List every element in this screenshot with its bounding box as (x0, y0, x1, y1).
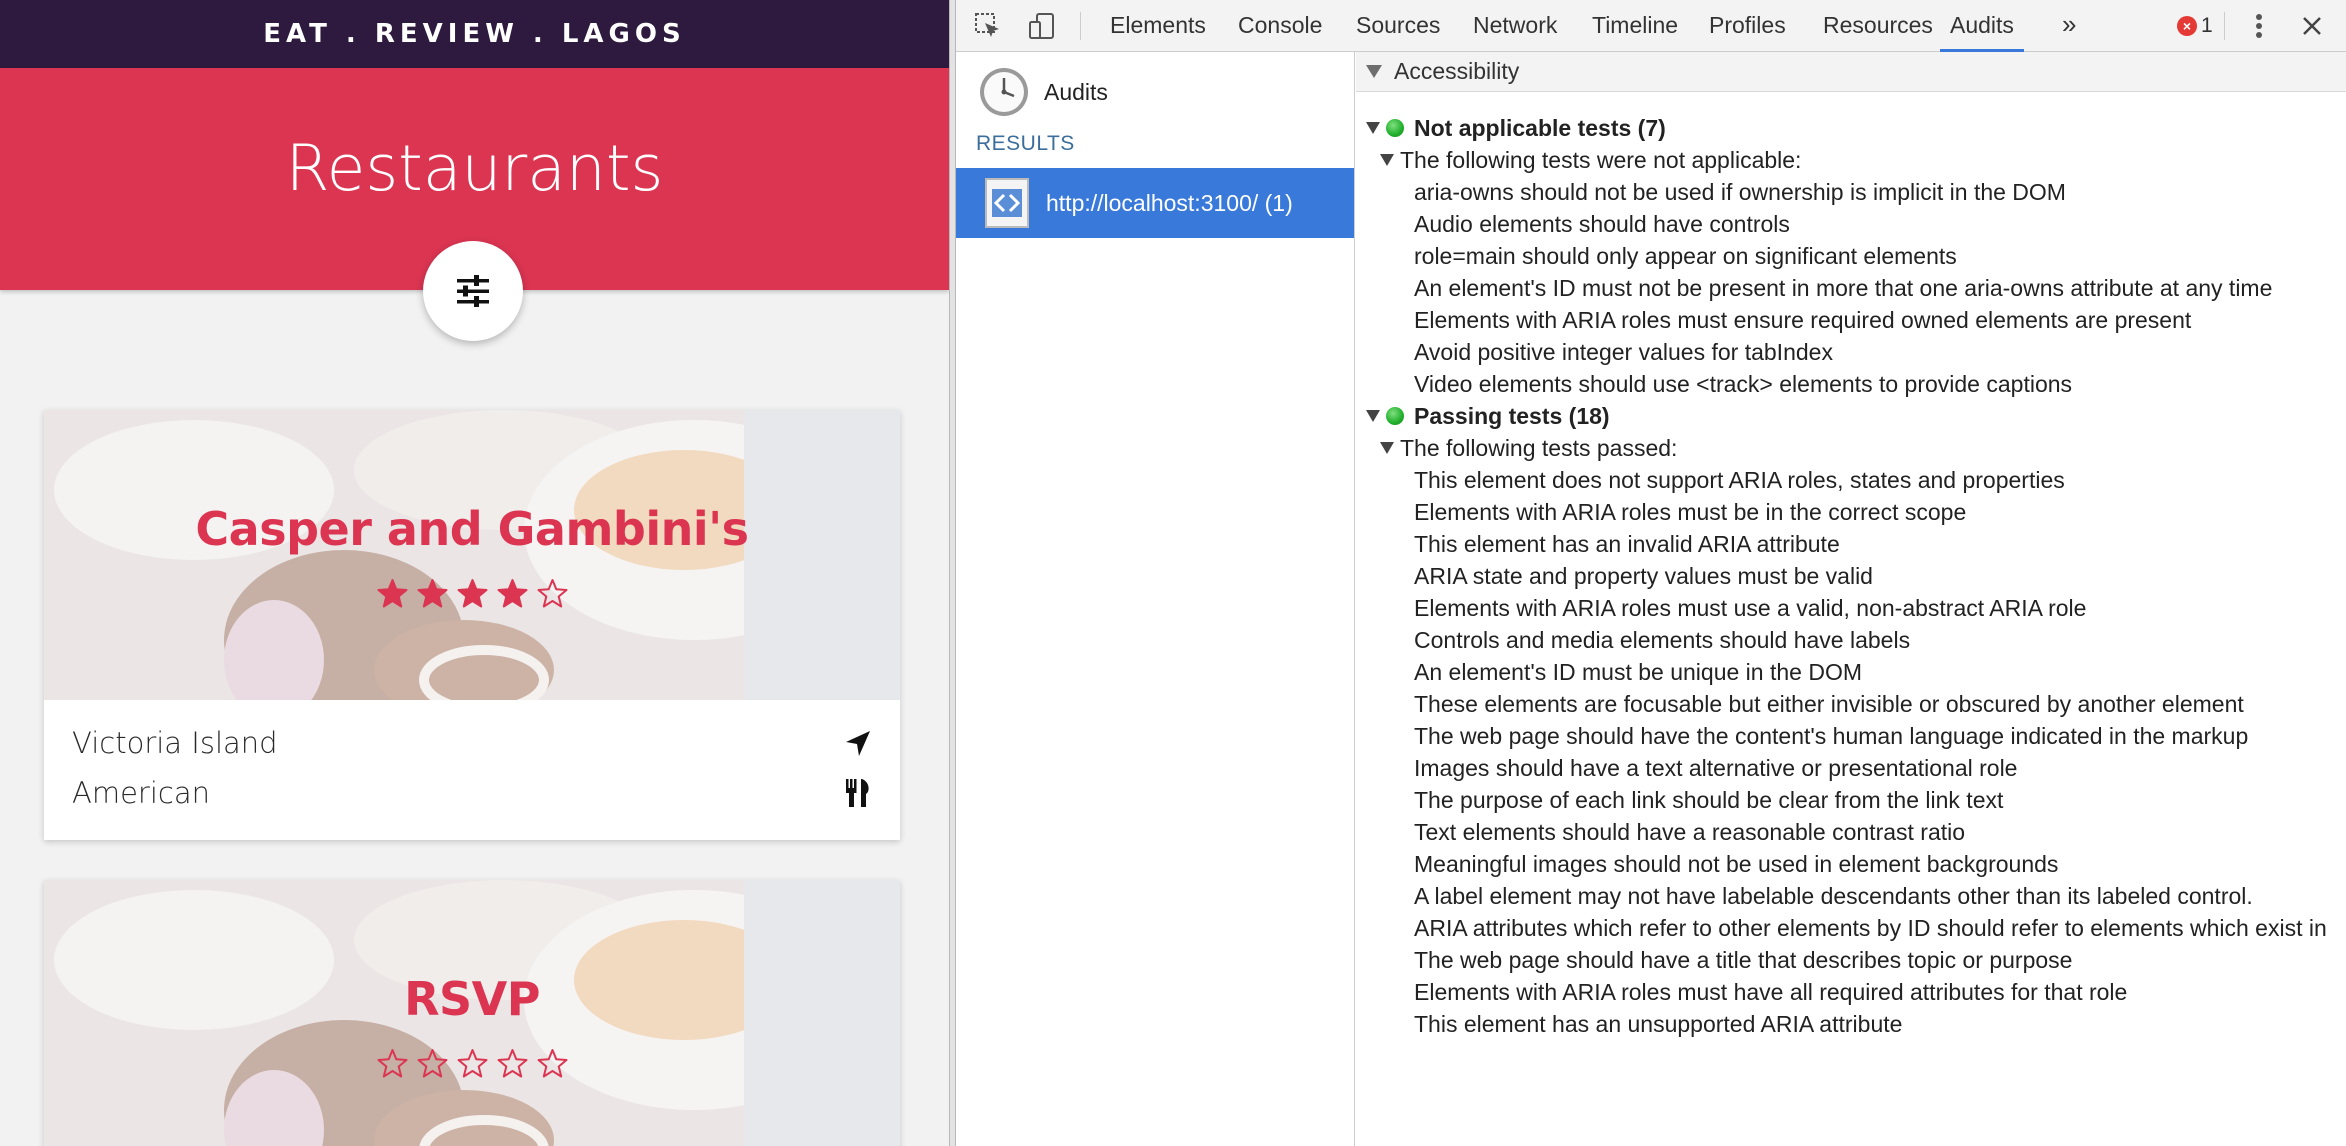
collapse-triangle-icon (1366, 122, 1380, 134)
inspect-element-icon[interactable] (972, 10, 1004, 42)
list-item: An element's ID must be unique in the DO… (1414, 659, 1862, 685)
status-pass-icon (1386, 119, 1404, 137)
group-label: Not applicable tests (7) (1414, 115, 1666, 141)
devtools-toolbar: Elements Console Sources Network Timelin… (956, 0, 2346, 52)
list-item: This element does not support ARIA roles… (1414, 467, 2065, 493)
list-item: Controls and media elements should have … (1414, 627, 1911, 653)
restaurant-photo: Casper and Gambini's (44, 410, 900, 700)
star-empty-icon (537, 579, 567, 608)
collapse-triangle-icon (1366, 65, 1382, 78)
group-passing[interactable]: Passing tests (18) (1366, 401, 1610, 431)
list-item: The web page should have the content's h… (1414, 723, 2249, 749)
list-item: Elements with ARIA roles must have all r… (1414, 979, 2128, 1005)
device-mode-icon[interactable] (1026, 10, 1058, 42)
filter-button[interactable] (423, 241, 523, 341)
tab-network[interactable]: Network (1473, 0, 1557, 52)
list-item: Avoid positive integer values for tabInd… (1414, 339, 1833, 365)
restaurant-name[interactable]: Casper and Gambini's (44, 502, 900, 556)
star-filled-icon (497, 579, 527, 608)
list-item: Images should have a text alternative or… (1414, 755, 2018, 781)
list-item: ARIA state and property values must be v… (1414, 563, 1873, 589)
audit-results-panel: Accessibility Not applicable tests (7) T… (1356, 52, 2346, 1146)
sliders-icon (457, 275, 489, 307)
collapse-triangle-icon (1380, 442, 1394, 454)
list-item: Elements with ARIA roles must be in the … (1414, 499, 1967, 525)
tab-timeline[interactable]: Timeline (1592, 0, 1678, 52)
collapse-triangle-icon (1366, 410, 1380, 422)
list-item: ARIA attributes which refer to other ele… (1414, 915, 2327, 941)
list-item: This element has an invalid ARIA attribu… (1414, 531, 1840, 557)
restaurant-card[interactable]: RSVP (44, 880, 900, 1146)
restaurant-details: Victoria Island American (44, 700, 900, 840)
section-title: Accessibility (1394, 58, 1520, 84)
error-icon: × (2177, 16, 2197, 36)
group-subheading[interactable]: The following tests passed: (1380, 433, 1677, 463)
star-empty-icon (377, 1049, 407, 1078)
page-icon (985, 178, 1029, 228)
location-arrow-icon (846, 731, 870, 756)
more-options-icon[interactable] (2243, 10, 2275, 42)
audit-result-item[interactable]: http://localhost:3100/ (1) (956, 168, 1354, 238)
fork-knife-icon (846, 779, 869, 807)
tab-resources[interactable]: Resources (1823, 0, 1933, 52)
app-brand[interactable]: EAT . REVIEW . LAGOS (263, 19, 685, 49)
clock-icon (980, 68, 1028, 116)
star-rating (44, 1048, 900, 1079)
list-item: aria-owns should not be used if ownershi… (1414, 179, 2066, 205)
star-empty-icon (417, 1049, 447, 1078)
results-heading: RESULTS (976, 132, 1075, 155)
error-count: 1 (2201, 14, 2213, 37)
list-item: Video elements should use <track> elemen… (1414, 371, 2073, 397)
star-filled-icon (417, 579, 447, 608)
restaurant-card[interactable]: Casper and Gambini's Victoria Island Ame… (44, 410, 900, 840)
status-pass-icon (1386, 407, 1404, 425)
sidebar-item-label: Audits (1044, 78, 1108, 105)
star-rating (44, 578, 900, 609)
tab-console[interactable]: Console (1238, 0, 1322, 52)
devtools-panel: Elements Console Sources Network Timelin… (956, 0, 2346, 1146)
list-item: The web page should have a title that de… (1414, 947, 2073, 973)
list-item: A label element may not have labelable d… (1414, 883, 2253, 909)
star-empty-icon (537, 1049, 567, 1078)
list-item: Audio elements should have controls (1414, 211, 1790, 237)
list-item: These elements are focusable but either … (1414, 691, 2244, 717)
location-row: Victoria Island (72, 718, 872, 768)
audit-result-url: http://localhost:3100/ (1) (1046, 189, 1293, 216)
cuisine-row: American (72, 768, 872, 818)
restaurant-cuisine: American (72, 776, 211, 810)
restaurant-name[interactable]: RSVP (44, 972, 900, 1026)
star-filled-icon (377, 579, 407, 608)
group-label: Passing tests (18) (1414, 403, 1610, 429)
list-item: An element's ID must not be present in m… (1414, 275, 2273, 301)
group-not-applicable[interactable]: Not applicable tests (7) (1366, 113, 1666, 143)
list-item: This element has an unsupported ARIA att… (1414, 1011, 1903, 1037)
star-empty-icon (457, 1049, 487, 1078)
more-tabs-button[interactable]: » (2062, 0, 2076, 52)
tab-profiles[interactable]: Profiles (1709, 0, 1786, 52)
audits-sidebar: Audits RESULTS http://localhost:3100/ (1… (956, 52, 1355, 1146)
tab-elements[interactable]: Elements (1110, 0, 1206, 52)
list-item: role=main should only appear on signific… (1414, 243, 1957, 269)
list-item: Text elements should have a reasonable c… (1414, 819, 1966, 845)
tab-audits[interactable]: Audits (1940, 0, 2024, 52)
collapse-triangle-icon (1380, 154, 1394, 166)
restaurant-app: EAT . REVIEW . LAGOS Restaurants Casper … (0, 0, 949, 1146)
restaurant-photo: RSVP (44, 880, 900, 1146)
group-subheading[interactable]: The following tests were not applicable: (1380, 145, 1801, 175)
close-icon[interactable] (2296, 10, 2328, 42)
list-item: Elements with ARIA roles must ensure req… (1414, 307, 2192, 333)
accessibility-section-header[interactable]: Accessibility (1356, 52, 2346, 92)
panel-splitter[interactable] (949, 0, 956, 1146)
tab-sources[interactable]: Sources (1356, 0, 1440, 52)
page-title: Restaurants (285, 132, 664, 205)
list-item: The purpose of each link should be clear… (1414, 787, 2004, 813)
list-item: Meaningful images should not be used in … (1414, 851, 2059, 877)
restaurant-location: Victoria Island (72, 726, 278, 760)
list-item: Elements with ARIA roles must use a vali… (1414, 595, 2087, 621)
error-counter[interactable]: × 1 (2177, 12, 2213, 40)
sidebar-item-audits[interactable]: Audits (978, 62, 1108, 122)
app-topbar: EAT . REVIEW . LAGOS (0, 0, 949, 68)
star-empty-icon (497, 1049, 527, 1078)
star-filled-icon (457, 579, 487, 608)
